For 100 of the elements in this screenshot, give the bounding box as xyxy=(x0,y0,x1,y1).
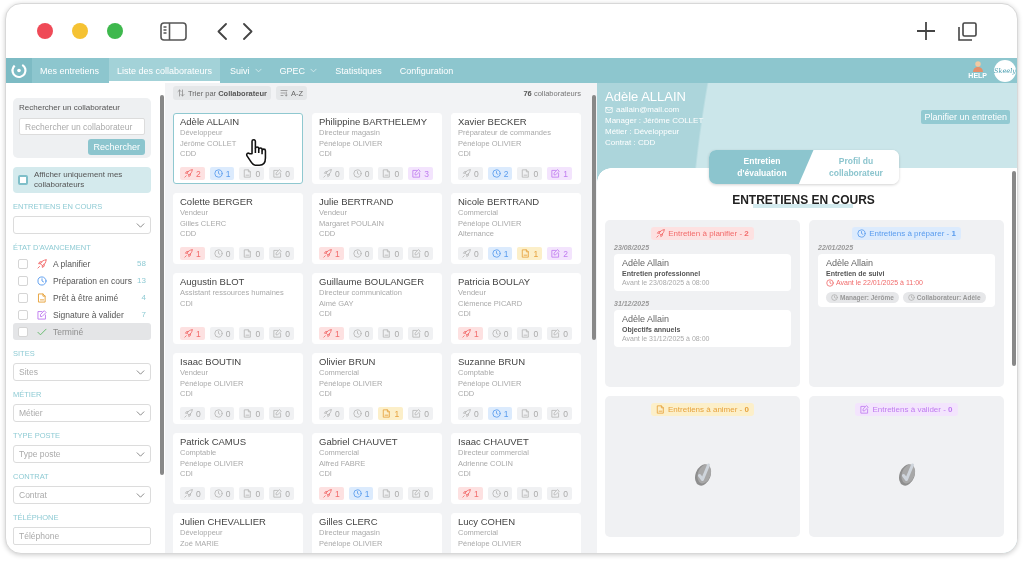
profile-detail: Contrat : CDD xyxy=(605,137,657,148)
rocket-icon xyxy=(184,329,193,338)
edit-icon xyxy=(860,405,870,414)
scrollbar-thumb[interactable] xyxy=(159,95,164,475)
filter-count: 4 xyxy=(141,293,146,302)
search-field[interactable]: Rechercher un collaborateur xyxy=(19,118,145,135)
chevron-down-icon xyxy=(136,490,145,500)
profile-detail: Manager : Jérôme COLLET xyxy=(605,115,704,126)
status-title: Entretiens à valider - 0 xyxy=(872,405,953,414)
employee-name: Julie BERTRAND xyxy=(319,196,395,208)
count-text: 0 xyxy=(335,408,340,419)
count-text: 0 xyxy=(255,408,261,419)
employee-name: Lucy COHEN xyxy=(458,516,516,528)
rocket-icon xyxy=(656,229,666,238)
checkbox[interactable] xyxy=(18,175,28,185)
employee-name: Olivier BRUN xyxy=(319,356,377,368)
count-text: 2 xyxy=(563,248,568,259)
caret-icon xyxy=(310,67,318,74)
count-text: 1 xyxy=(364,488,370,499)
forward-icon[interactable] xyxy=(243,22,253,40)
edit-icon xyxy=(273,249,283,258)
employee-name: Gabriel CHAUVET xyxy=(319,436,399,448)
zoom-button[interactable] xyxy=(107,23,123,39)
document-icon xyxy=(521,489,531,498)
count-text: 0 xyxy=(364,248,370,259)
edit-icon xyxy=(412,409,422,418)
rocket-icon xyxy=(184,409,193,418)
count-text: 0 xyxy=(533,408,539,419)
document-icon xyxy=(382,409,392,418)
count-text: 0 xyxy=(394,168,400,179)
employee-name: Suzanne BRUN xyxy=(458,356,527,368)
checkbox[interactable] xyxy=(18,292,28,303)
clock-icon xyxy=(352,409,362,418)
count-text: 0 xyxy=(394,248,400,259)
employee-name: Guillaume BOULANGER xyxy=(319,276,426,288)
profile-detail: Métier : Développeur xyxy=(605,126,681,137)
close-button[interactable] xyxy=(37,23,53,39)
edit-icon xyxy=(273,489,283,498)
employee-name: Adèle ALLAIN xyxy=(180,116,241,128)
document-icon xyxy=(243,489,253,498)
count-text: 1 xyxy=(503,248,509,259)
minimize-button[interactable] xyxy=(72,23,88,39)
filter-label[interactable]: Prêt à être animé xyxy=(53,292,142,303)
logo-icon[interactable] xyxy=(6,58,32,83)
count-text: 0 xyxy=(563,328,568,339)
document-icon xyxy=(382,489,392,498)
sort-icon xyxy=(177,89,185,97)
plus-icon[interactable] xyxy=(917,22,935,40)
document-icon xyxy=(243,169,253,178)
filter-label[interactable]: Signature à valider xyxy=(53,309,142,320)
chevron-down-icon xyxy=(136,449,145,459)
clock-icon xyxy=(213,329,223,338)
edit-icon xyxy=(551,169,561,178)
input-field[interactable]: Téléphone xyxy=(13,527,151,545)
chevron-down-icon xyxy=(136,408,145,418)
count-text: 0 xyxy=(533,168,539,179)
edit-icon xyxy=(551,409,561,418)
count-text: 0 xyxy=(364,328,370,339)
count-text: 0 xyxy=(196,408,201,419)
sidebar-icon[interactable] xyxy=(160,21,187,41)
filter-option[interactable]: Afficher uniquement mes collaborateurs xyxy=(13,167,151,193)
scrollbar-thumb[interactable] xyxy=(591,95,596,340)
count-text: 0 xyxy=(394,488,400,499)
clock-icon xyxy=(213,169,223,178)
profile-name: Adèle ALLAIN xyxy=(605,89,687,104)
person-name: Adèle Allain xyxy=(826,258,874,269)
count-text: 0 xyxy=(474,168,479,179)
edit-icon xyxy=(412,169,422,178)
count-text: 0 xyxy=(285,248,290,259)
dropdown[interactable] xyxy=(13,216,151,234)
count-text: 3 xyxy=(424,168,429,179)
back-icon[interactable] xyxy=(217,22,227,40)
edit-icon xyxy=(273,409,283,418)
filter-label[interactable]: A planifier xyxy=(53,258,138,269)
checkbox[interactable] xyxy=(18,309,28,320)
employee-name: Augustin BLOT xyxy=(180,276,246,288)
employee-name: Nicole BERTRAND xyxy=(458,196,541,208)
count-text: 1 xyxy=(394,408,400,419)
chevron-down-icon xyxy=(136,367,145,377)
clock-icon xyxy=(352,329,362,338)
rocket-icon xyxy=(323,169,332,178)
document-icon xyxy=(521,169,531,178)
count-text: 0 xyxy=(255,168,261,179)
checkbox[interactable] xyxy=(18,275,28,286)
filter-label[interactable]: Préparation en cours xyxy=(53,275,138,286)
clock-icon xyxy=(857,229,867,238)
rocket-icon xyxy=(184,249,193,258)
tabs-icon[interactable] xyxy=(958,21,977,41)
count-text: 0 xyxy=(255,248,261,259)
count-text: 0 xyxy=(285,408,290,419)
clock-icon xyxy=(213,249,223,258)
count-text: 0 xyxy=(335,168,340,179)
count-text: 1 xyxy=(563,168,568,179)
scrollbar-thumb[interactable] xyxy=(1011,171,1016,366)
count-text: 1 xyxy=(196,328,201,339)
rocket-icon xyxy=(462,489,471,498)
count-text: 0 xyxy=(285,168,290,179)
employee-name: Patricia BOULAY xyxy=(458,276,532,288)
email-text: aallain@mail.com xyxy=(616,104,680,115)
checkbox[interactable] xyxy=(18,258,28,269)
